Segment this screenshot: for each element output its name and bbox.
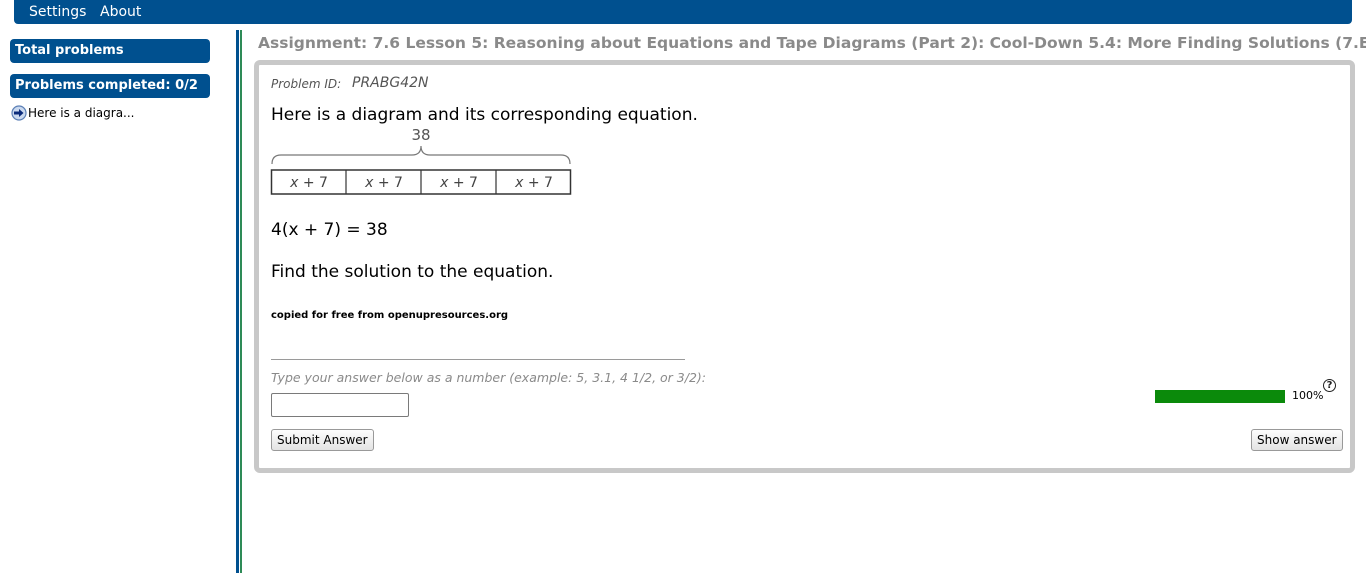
sidebar-item-current-problem[interactable]: Here is a diagra...: [11, 104, 135, 122]
problem-prompt: Here is a diagram and its corresponding …: [271, 105, 698, 125]
tape-segment-label: x + 7: [289, 175, 328, 191]
tape-segment-label: x + 7: [364, 175, 403, 191]
about-menu[interactable]: About: [100, 4, 141, 20]
answer-input[interactable]: [271, 393, 409, 417]
progress-label: 100%: [1292, 389, 1324, 402]
assignment-title: Assignment: 7.6 Lesson 5: Reasoning abou…: [258, 34, 1366, 52]
sidebar-divider: [236, 30, 239, 573]
problem-id: PRABG42N: [352, 75, 429, 91]
problems-completed-badge: Problems completed: 0/2: [10, 74, 210, 98]
diagram-brace: [271, 145, 571, 165]
submit-answer-button[interactable]: Submit Answer: [271, 429, 374, 451]
arrow-right-circle-icon: [11, 104, 27, 121]
problem-question: Find the solution to the equation.: [271, 262, 554, 282]
progress-bar-fill: [1155, 390, 1285, 403]
top-nav-bar: Settings About: [14, 0, 1352, 24]
answer-divider: [271, 359, 685, 360]
progress-bar: [1155, 390, 1285, 403]
show-answer-button[interactable]: Show answer: [1251, 429, 1343, 451]
question-circle-icon[interactable]: ?: [1323, 379, 1336, 392]
source-note: copied for free from openupresources.org: [271, 310, 509, 321]
tape-segment-label: x + 7: [514, 175, 553, 191]
tape-segment-label: x + 7: [439, 175, 478, 191]
settings-menu[interactable]: Settings: [29, 4, 86, 20]
sidebar-divider-accent: [240, 30, 242, 573]
problem-equation: 4(x + 7) = 38: [271, 220, 388, 240]
tape-diagram: 38 x + 7 x + 7 x + 7 x + 7: [270, 126, 572, 195]
total-problems-badge: Total problems completed: 0: [10, 39, 210, 82]
problem-id-label: Problem ID:: [271, 77, 342, 91]
answer-hint: Type your answer below as a number (exam…: [271, 370, 706, 385]
diagram-total-label: 38: [411, 126, 430, 144]
sidebar-item-label: Here is a diagra...: [28, 105, 135, 120]
